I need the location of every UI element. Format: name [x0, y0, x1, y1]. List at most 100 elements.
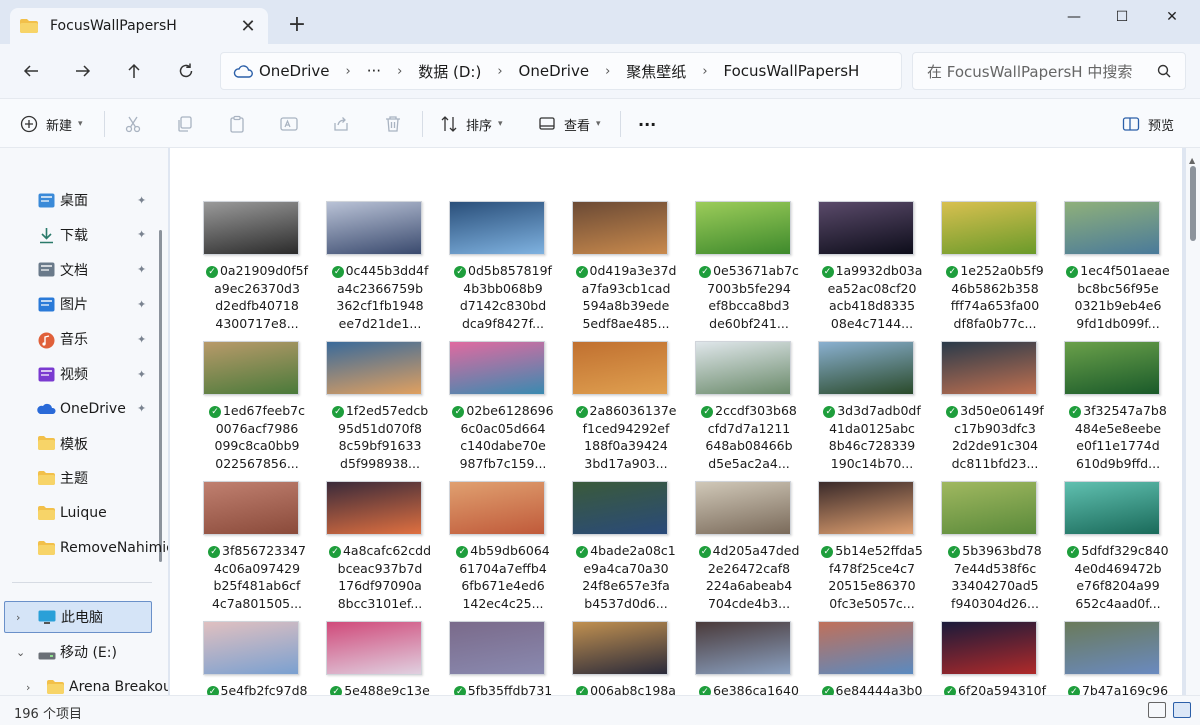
file-item[interactable]: ✓ 6e386ca1640: [687, 621, 807, 695]
sidebar-item[interactable]: 模板: [0, 428, 160, 460]
back-button[interactable]: [18, 58, 44, 84]
file-item[interactable]: ✓ 5b14e52ffda5 f478f25ce4c7 20515e86370 0fc3…: [810, 481, 930, 617]
minimize-button[interactable]: —: [1050, 0, 1098, 34]
file-item[interactable]: ✓ 5b3963bd78 7e44d538f6c 33404270ad5 f940304…: [933, 481, 1053, 617]
scroll-up-icon[interactable]: ▲: [1189, 156, 1195, 165]
breadcrumb-spotlight-wallpapers[interactable]: 聚焦壁纸: [626, 61, 686, 82]
new-button[interactable]: 新建 ▾: [20, 111, 83, 137]
file-item[interactable]: ✓ 7b47a169c96: [1056, 621, 1176, 695]
content-scrollbar[interactable]: ▲: [1186, 148, 1200, 695]
breadcrumb-current-folder[interactable]: FocusWallPapersH: [724, 62, 860, 80]
pin-icon[interactable]: ✦: [137, 368, 146, 381]
file-item[interactable]: ✓ 4d205a47ded 2e26472caf8 224a6abeab4 704cde…: [687, 481, 807, 617]
details-view-button[interactable]: [1148, 702, 1166, 718]
new-tab-button[interactable]: +: [285, 12, 309, 37]
sidebar-item[interactable]: 主题: [0, 462, 160, 494]
pin-icon[interactable]: ✦: [137, 194, 146, 207]
cut-button[interactable]: [124, 111, 142, 137]
file-name-line: e76f8204a99: [1076, 578, 1160, 593]
sort-button[interactable]: 排序 ▾: [440, 111, 503, 137]
file-item[interactable]: ✓ 1ec4f501aeae bc8bc56f95e 0321b9eb4e6 9fd1d…: [1056, 201, 1176, 337]
address-bar[interactable]: OneDrive › ··· › 数据 (D:) › OneDrive › 聚焦…: [220, 52, 902, 90]
sidebar-item[interactable]: 下载 ✦: [0, 219, 160, 251]
file-item[interactable]: ✓ 4bade2a08c1 e9a4ca70a30 24f8e657e3fa b4537…: [564, 481, 684, 617]
file-thumbnail: [695, 201, 791, 255]
file-item[interactable]: ✓ 006ab8c198a: [564, 621, 684, 695]
scrollbar-thumb[interactable]: [1190, 166, 1196, 241]
sidebar-item[interactable]: 音乐 ✦: [0, 323, 160, 355]
file-item[interactable]: ✓ 1a9932db03a ea52ac08cf20 acb418d8335 08e4c…: [810, 201, 930, 337]
sidebar-item[interactable]: RemoveNahimic: [0, 532, 168, 564]
file-item[interactable]: ✓ 4a8cafc62cdd bceac937b7d 176df97090a 8bcc3…: [318, 481, 438, 617]
delete-button[interactable]: [384, 111, 402, 137]
breadcrumb-overflow[interactable]: ···: [367, 62, 381, 80]
sidebar-item-drive-e[interactable]: ⌄ 移动 (E:): [0, 636, 160, 668]
breadcrumb-drive-d[interactable]: 数据 (D:): [418, 61, 481, 82]
file-item[interactable]: ✓ 1e252a0b5f9 46b5862b358 fff74a653fa00 df8f…: [933, 201, 1053, 337]
chevron-right-icon[interactable]: ›: [26, 681, 30, 694]
sidebar-item[interactable]: 桌面 ✦: [0, 184, 160, 216]
forward-button[interactable]: [70, 58, 96, 84]
refresh-button[interactable]: [173, 58, 199, 84]
file-item[interactable]: ✓ 1ed67feeb7c 0076acf7986 099c8ca0bb9 022567…: [195, 341, 315, 477]
file-name-line: 5fb35ffdb731: [467, 683, 553, 695]
share-button[interactable]: [332, 111, 350, 137]
more-options-button[interactable]: ···: [638, 111, 656, 137]
file-item[interactable]: ✓ 0d5b857819f 4b3bb068b9 d7142c830bd dca9f84…: [441, 201, 561, 337]
rename-button[interactable]: [280, 111, 298, 137]
up-button[interactable]: [121, 58, 147, 84]
file-item[interactable]: ✓ 0c445b3dd4f a4c2366759b 362cf1fb1948 ee7d2…: [318, 201, 438, 337]
file-item[interactable]: ✓ 0e53671ab7c 7003b5fe294 ef8bcca8bd3 de60bf…: [687, 201, 807, 337]
file-name-line: 2a86036137e: [589, 403, 677, 418]
sidebar-item[interactable]: 文档 ✦: [0, 254, 160, 286]
file-item[interactable]: ✓ 5e488e9c13e: [318, 621, 438, 695]
paste-button[interactable]: [228, 111, 246, 137]
breadcrumb-onedrive[interactable]: OneDrive: [259, 62, 330, 80]
tab-focuswallpapersh[interactable]: FocusWallPapersH ✕: [10, 8, 268, 44]
pin-icon[interactable]: ✦: [137, 263, 146, 276]
sidebar-item[interactable]: Luique: [0, 497, 160, 529]
pin-icon[interactable]: ✦: [137, 298, 146, 311]
breadcrumb-separator[interactable]: ›: [605, 64, 610, 79]
breadcrumb-separator[interactable]: ›: [397, 64, 402, 79]
sidebar-item-this-pc[interactable]: › 此电脑: [4, 601, 152, 633]
file-item[interactable]: ✓ 5e4fb2fc97d8: [195, 621, 315, 695]
view-label: 查看: [564, 118, 591, 134]
view-button[interactable]: 查看 ▾: [538, 111, 601, 137]
copy-button[interactable]: [176, 111, 194, 137]
sidebar-item-arena-breakout[interactable]: › Arena Breakout: [0, 671, 168, 695]
breadcrumb-separator[interactable]: ›: [346, 64, 351, 79]
sidebar-item[interactable]: 图片 ✦: [0, 288, 160, 320]
file-item[interactable]: ✓ 0d419a3e37d a7fa93cb1cad 594a8b39ede 5edf8…: [564, 201, 684, 337]
file-item[interactable]: ✓ 2ccdf303b68 cfd7d7a1211 648ab08466b d5e5ac…: [687, 341, 807, 477]
file-item[interactable]: ✓ 3d3d7adb0df 41da0125abc 8b46c728339 190c14…: [810, 341, 930, 477]
tab-close-button[interactable]: ✕: [238, 16, 258, 37]
breadcrumb-separator[interactable]: ›: [497, 64, 502, 79]
file-item[interactable]: ✓ 5dfdf329c840 4e0d469472b e76f8204a99 652c4…: [1056, 481, 1176, 617]
pin-icon[interactable]: ✦: [137, 333, 146, 346]
file-item[interactable]: ✓ 1f2ed57edcb 95d51d070f8 8c59bf91633 d5f998…: [318, 341, 438, 477]
file-item[interactable]: ✓ 6f20a594310f: [933, 621, 1053, 695]
search-input[interactable]: 在 FocusWallPapersH 中搜索: [912, 52, 1186, 90]
file-item[interactable]: ✓ 3f32547a7b8 484e5e8eebe e0f11e1774d 610d9b…: [1056, 341, 1176, 477]
sidebar-item[interactable]: 视频 ✦: [0, 358, 160, 390]
file-item[interactable]: ✓ 02be6128696 6c0ac05d664 c140dabe70e 987fb7…: [441, 341, 561, 477]
chevron-down-icon[interactable]: ⌄: [16, 646, 25, 659]
sidebar-item[interactable]: OneDrive ✦: [0, 393, 160, 425]
file-item[interactable]: ✓ 6e84444a3b0: [810, 621, 930, 695]
preview-pane-button[interactable]: 预览: [1122, 111, 1174, 137]
file-item[interactable]: ✓ 5fb35ffdb731: [441, 621, 561, 695]
breadcrumb-separator[interactable]: ›: [702, 64, 707, 79]
maximize-button[interactable]: ☐: [1098, 0, 1146, 34]
breadcrumb-onedrive-folder[interactable]: OneDrive: [519, 62, 590, 80]
file-item[interactable]: ✓ 0a21909d0f5f a9ec26370d3 d2edfb40718 43007…: [195, 201, 315, 337]
file-item[interactable]: ✓ 3d50e06149f c17b903dfc3 2d2de91c304 dc811b…: [933, 341, 1053, 477]
pin-icon[interactable]: ✦: [137, 228, 146, 241]
file-item[interactable]: ✓ 2a86036137e f1ced94292ef 188f0a39424 3bd17…: [564, 341, 684, 477]
close-button[interactable]: ✕: [1148, 0, 1196, 34]
pin-icon[interactable]: ✦: [137, 402, 146, 415]
large-icons-view-button[interactable]: [1173, 702, 1191, 718]
chevron-right-icon[interactable]: ›: [16, 611, 20, 624]
file-item[interactable]: ✓ 4b59db6064 61704a7effb4 6fb671e4ed6 142ec4…: [441, 481, 561, 617]
file-item[interactable]: ✓ 3f856723347 4c06a097429 b25f481ab6cf 4c7a8…: [195, 481, 315, 617]
